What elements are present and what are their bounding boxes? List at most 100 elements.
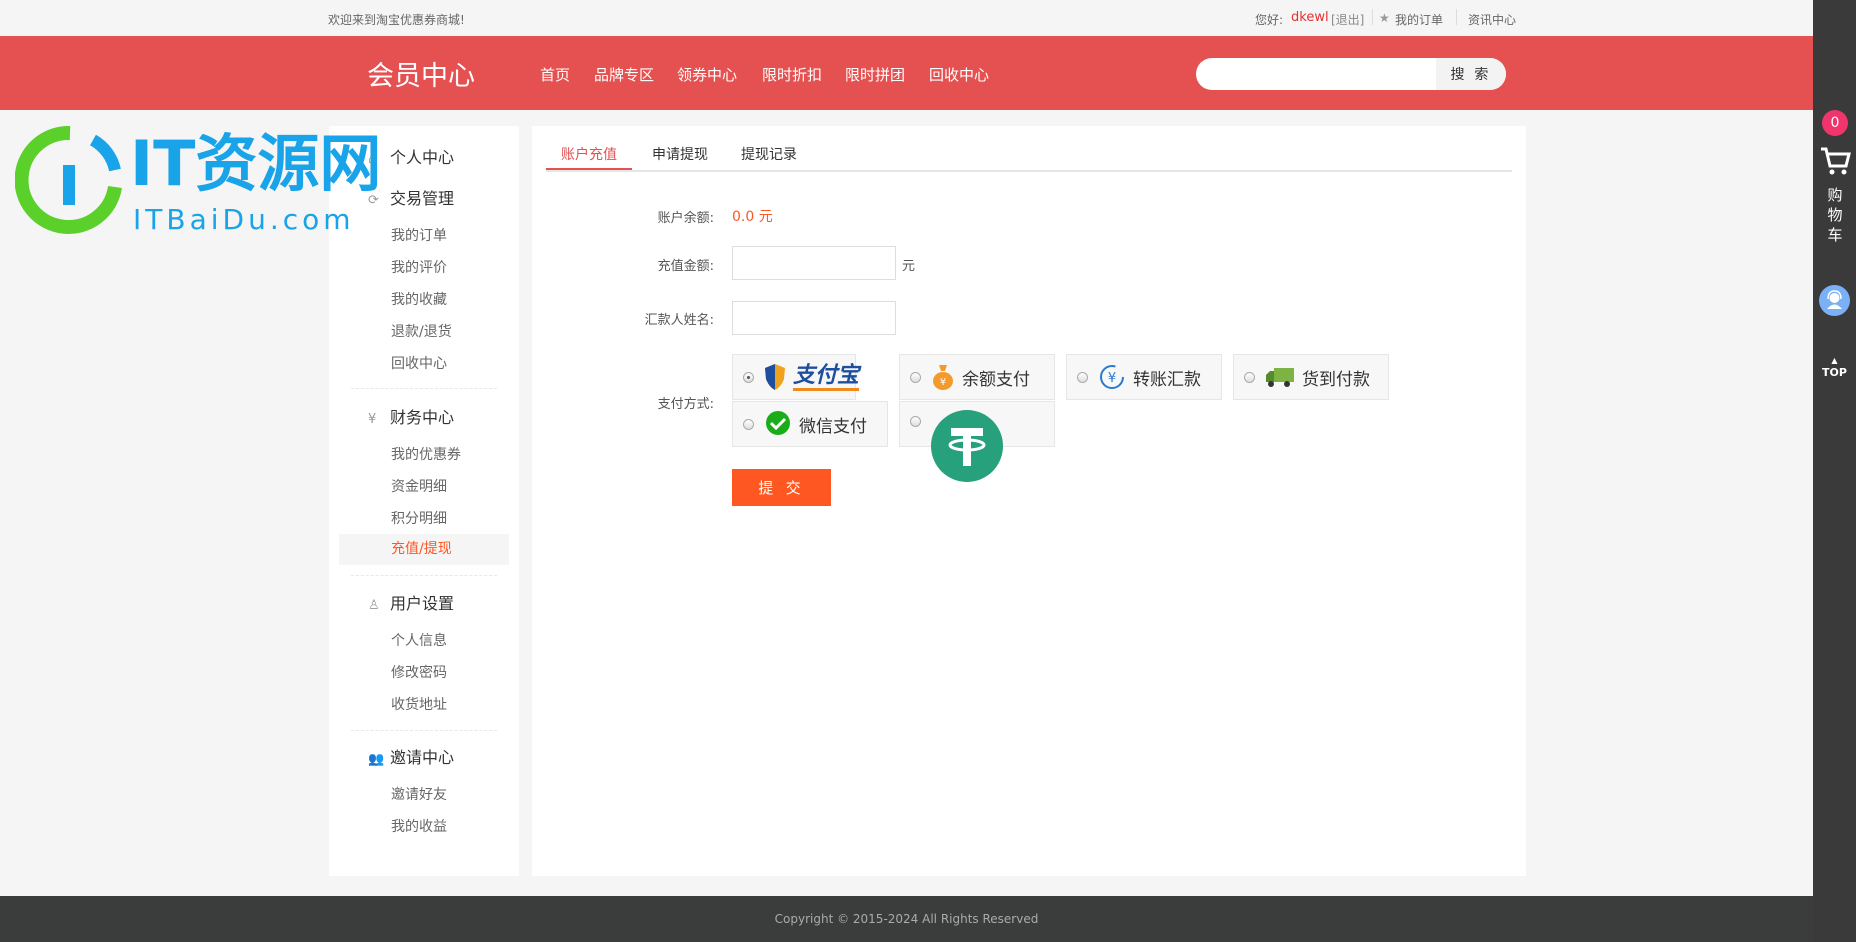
group-title: 用户设置 (390, 594, 455, 613)
search-input[interactable] (1196, 58, 1436, 90)
transfer-icon: ¥ (1098, 363, 1126, 391)
svg-text:¥: ¥ (940, 377, 946, 388)
footer: Copyright © 2015-2024 All Rights Reserve… (0, 896, 1813, 942)
radio[interactable] (1244, 371, 1255, 383)
customer-service-icon[interactable] (1819, 285, 1850, 316)
nav-brand-zone[interactable]: 品牌专区 (594, 64, 654, 85)
transaction-icon: ⟳ (368, 193, 379, 208)
sidebar-item-funds[interactable]: 资金明细 (391, 476, 447, 496)
payer-label: 汇款人姓名: (644, 313, 714, 328)
page-title: 会员中心 (367, 61, 475, 92)
cart-count-badge: 0 (1822, 110, 1848, 136)
wechat-icon (764, 410, 792, 438)
divider (351, 575, 497, 576)
payment-balance[interactable]: ¥ 余额支付 (899, 354, 1055, 400)
submit-button[interactable]: 提 交 (732, 469, 831, 506)
sidebar-item-address[interactable]: 收货地址 (391, 694, 447, 714)
payment-wechat[interactable]: 微信支付 (732, 401, 888, 447)
cart-label[interactable]: 购物车 (1826, 185, 1844, 245)
logo-icon (15, 125, 122, 234)
sidebar-group-personal[interactable]: ⌂ 个人中心 (368, 144, 454, 168)
group-title: 财务中心 (390, 408, 455, 427)
main-panel: 账户充值 申请提现 提现记录 账户余额: 0.0 元 充值金额: 元 汇款人姓名… (532, 126, 1526, 876)
finance-icon: ¥ (368, 412, 377, 427)
greeting-text: 您好: (1255, 13, 1284, 27)
sidebar-item-coupons[interactable]: 我的优惠券 (391, 444, 461, 464)
truck-icon (1265, 365, 1295, 389)
payment-transfer[interactable]: ¥ 转账汇款 (1066, 354, 1222, 400)
amount-input[interactable] (732, 246, 896, 280)
tab-withdraw-records[interactable]: 提现记录 (741, 144, 797, 170)
sidebar-group-transactions[interactable]: ⟳ 交易管理 (368, 185, 454, 209)
sidebar-item-recharge[interactable]: 充值/提现 (339, 534, 509, 565)
copyright: Copyright © 2015-2024 All Rights Reserve… (774, 912, 1039, 926)
star-icon: ★ (1379, 11, 1390, 25)
news-link[interactable]: 资讯中心 (1468, 11, 1516, 28)
nav-group-buy[interactable]: 限时拼团 (845, 64, 905, 85)
arrow-up-icon[interactable]: ▲ (1813, 356, 1856, 365)
payer-name-input[interactable] (732, 301, 896, 335)
radio[interactable] (743, 418, 754, 430)
radio[interactable] (910, 416, 921, 427)
sidebar-group-invite[interactable]: 👥 邀请中心 (368, 744, 454, 768)
amount-label: 充值金额: (657, 259, 714, 274)
payment-label-text: 余额支付 (962, 369, 1030, 390)
sidebar-item-favorites[interactable]: 我的收藏 (391, 289, 447, 309)
money-bag-icon: ¥ (931, 363, 955, 391)
sidebar-group-user-settings[interactable]: ♙ 用户设置 (368, 590, 454, 614)
nav-home[interactable]: 首页 (540, 64, 570, 85)
invite-icon: 👥 (368, 752, 385, 767)
payment-label: 支付方式: (657, 397, 714, 412)
tab-withdraw[interactable]: 申请提现 (652, 144, 708, 170)
group-title: 邀请中心 (390, 748, 455, 767)
balance-value: 0.0 元 (732, 209, 773, 225)
group-title: 交易管理 (390, 189, 455, 208)
watermark-subtitle: ITBaiDu.com (133, 203, 355, 236)
right-toolbar: 0 购物车 ▲ TOP (1813, 0, 1856, 942)
divider (351, 730, 497, 731)
nav-recycle-center[interactable]: 回收中心 (929, 64, 989, 85)
radio[interactable] (1077, 371, 1088, 383)
sidebar-group-finance[interactable]: ¥ 财务中心 (368, 404, 454, 428)
search-box: 搜 索 (1196, 58, 1506, 90)
sidebar-item-earnings[interactable]: 我的收益 (391, 816, 447, 836)
payment-label-text: 货到付款 (1302, 369, 1370, 390)
alipay-icon (764, 363, 786, 391)
top-bar: 欢迎来到淘宝优惠券商城! 您好: dkewl [退出] ★ 我的订单 资讯中心 (0, 0, 1813, 36)
sidebar-item-profile[interactable]: 个人信息 (391, 630, 447, 650)
amount-unit: 元 (902, 259, 916, 274)
my-orders-link[interactable]: 我的订单 (1395, 11, 1443, 28)
tab-recharge[interactable]: 账户充值 (546, 144, 632, 170)
sidebar-item-points[interactable]: 积分明细 (391, 508, 447, 528)
sidebar-item-refunds[interactable]: 退款/退货 (391, 321, 452, 341)
radio-selected[interactable] (743, 371, 754, 383)
svg-text:¥: ¥ (1108, 371, 1116, 386)
sidebar-item-orders[interactable]: 我的订单 (391, 225, 447, 245)
sidebar-item-invite-friends[interactable]: 邀请好友 (391, 784, 447, 804)
radio[interactable] (910, 371, 921, 383)
sidebar-item-password[interactable]: 修改密码 (391, 662, 447, 682)
home-icon: ⌂ (368, 152, 377, 167)
divider (1372, 9, 1373, 25)
sidebar: ⌂ 个人中心 ⟳ 交易管理 我的订单 我的评价 我的收藏 退款/退货 回收中心 ¥ 财… (329, 126, 519, 876)
username-link[interactable]: dkewl (1291, 10, 1329, 25)
balance-label: 账户余额: (657, 211, 714, 226)
search-button[interactable]: 搜 索 (1436, 58, 1506, 90)
header: 会员中心 首页 品牌专区 领券中心 限时折扣 限时拼团 回收中心 搜 索 (0, 36, 1813, 110)
nav-coupon-center[interactable]: 领券中心 (677, 64, 737, 85)
logout-link[interactable]: [退出] (1331, 11, 1364, 28)
payment-label-text: 微信支付 (799, 416, 867, 437)
back-to-top-button[interactable]: TOP (1813, 366, 1856, 379)
cart-icon[interactable] (1819, 146, 1851, 176)
payment-label-text: 支付宝 (793, 363, 860, 391)
nav-flash-discount[interactable]: 限时折扣 (762, 64, 822, 85)
tether-icon (931, 410, 1003, 482)
sidebar-item-reviews[interactable]: 我的评价 (391, 257, 447, 277)
divider (1456, 9, 1457, 25)
divider (351, 388, 497, 389)
payment-alipay[interactable]: 支付宝 (732, 354, 860, 400)
payment-cod[interactable]: 货到付款 (1233, 354, 1389, 400)
sidebar-item-recycle[interactable]: 回收中心 (391, 353, 447, 373)
tab-divider (546, 170, 1512, 172)
welcome-text: 欢迎来到淘宝优惠券商城! (328, 13, 465, 27)
